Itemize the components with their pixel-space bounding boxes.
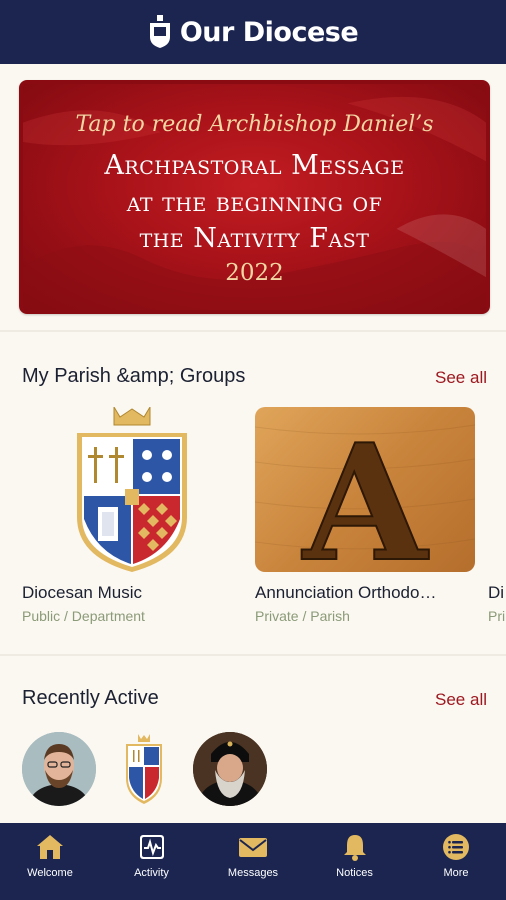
tab-label: Notices — [336, 867, 373, 879]
group-meta: Private / Parish — [255, 608, 350, 624]
recent-section-title: Recently Active — [22, 687, 159, 709]
shield-logo-icon — [149, 15, 170, 48]
envelope-icon — [239, 838, 267, 857]
archbishop-avatar[interactable] — [193, 732, 267, 806]
groups-see-all-link[interactable]: See all — [435, 368, 487, 388]
letter-a-tile-icon: A — [255, 408, 475, 572]
menu-list-icon — [443, 834, 469, 860]
group-meta: Pri — [488, 608, 506, 624]
tab-label: Messages — [227, 867, 279, 879]
tab-welcome[interactable]: Welcome — [12, 823, 88, 900]
priest-avatar[interactable] — [22, 732, 96, 806]
group-meta: Public / Department — [22, 608, 145, 624]
tab-notices[interactable]: Notices — [317, 823, 393, 900]
tab-label: More — [443, 867, 469, 879]
diocese-crest-avatar[interactable] — [107, 732, 181, 806]
group-name: Diocesan Music — [22, 583, 142, 602]
group-image — [22, 407, 242, 572]
tab-activity[interactable]: Activity — [114, 823, 190, 900]
recent-see-all-link[interactable]: See all — [435, 690, 487, 710]
tab-label: Activity — [134, 867, 169, 879]
banner-title-line2: at the beginning of — [126, 187, 383, 218]
bottom-tab-bar: Welcome Activity Messages Notices More — [0, 823, 506, 900]
banner-title-line1: Archpastoral Message — [104, 150, 405, 181]
svg-text:A: A — [301, 409, 429, 572]
group-name: Di — [488, 583, 505, 602]
tab-label: Welcome — [27, 867, 73, 879]
groups-section-title: My Parish &amp; Groups — [22, 365, 246, 387]
section-divider — [0, 330, 506, 332]
app-header: Our Diocese — [0, 0, 506, 64]
section-divider — [0, 654, 506, 656]
home-icon — [37, 835, 63, 859]
activity-icon — [139, 835, 164, 859]
group-image: A — [255, 407, 475, 572]
diocese-crest-icon — [77, 407, 187, 572]
banner-title-line3: the Nativity Fast — [139, 223, 370, 254]
app-title: Our Diocese — [179, 16, 359, 48]
tab-messages[interactable]: Messages — [215, 823, 291, 900]
banner-year: 2022 — [225, 260, 284, 286]
archpastoral-message-banner[interactable]: Tap to read Archbishop Daniel’s Archpast… — [19, 80, 490, 314]
group-name: Annunciation Orthodo… — [255, 583, 437, 602]
banner-intro: Tap to read Archbishop Daniel’s — [75, 112, 434, 137]
tab-more[interactable]: More — [418, 823, 494, 900]
bell-icon — [343, 835, 366, 861]
